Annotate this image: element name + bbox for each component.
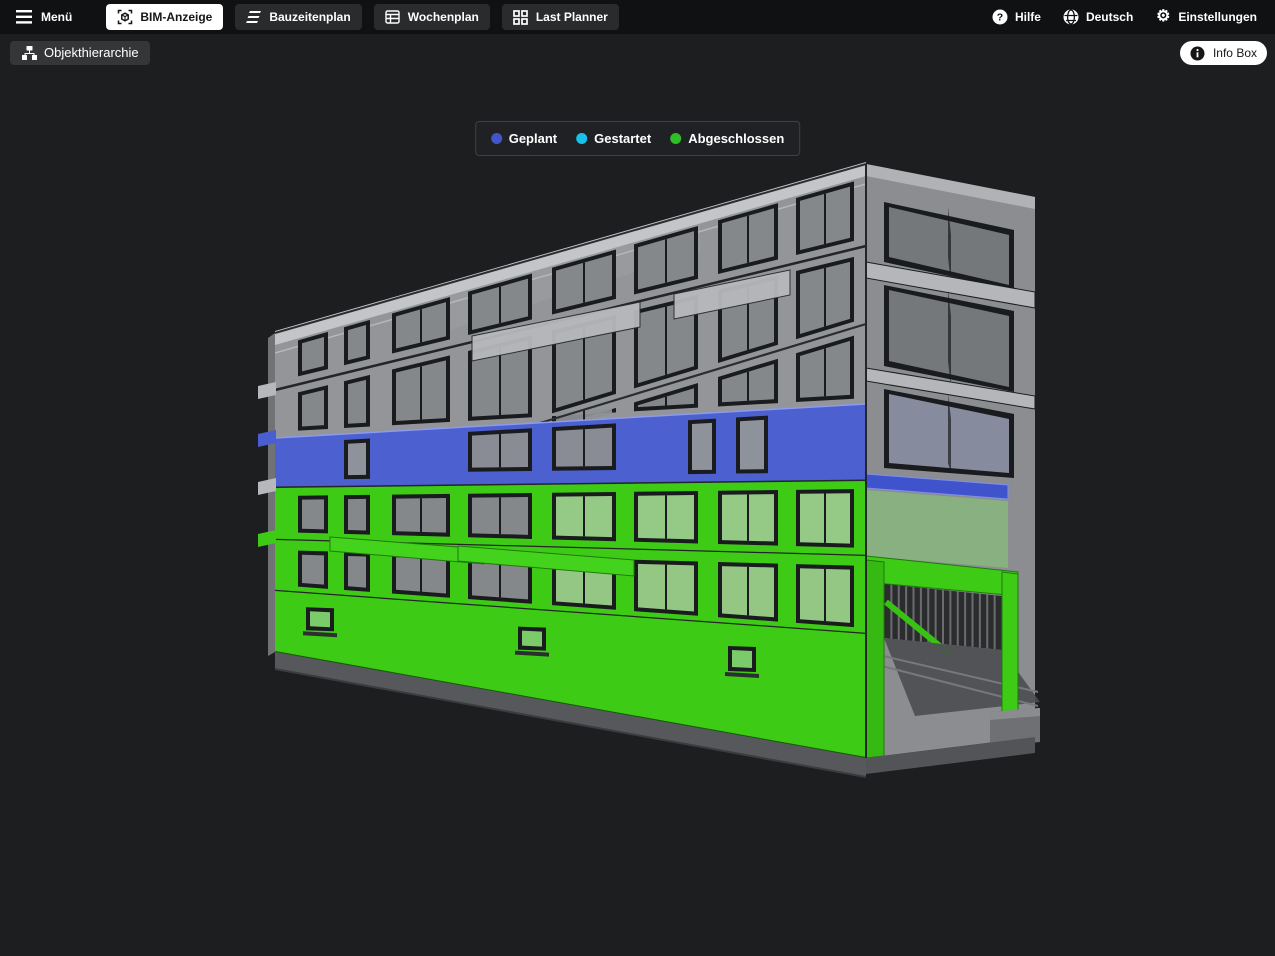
info-box-label: Info Box <box>1213 46 1257 60</box>
globe-icon <box>1063 9 1079 25</box>
cube-scan-icon <box>117 9 133 25</box>
menu-label: Menü <box>41 10 72 24</box>
geplant-label: Geplant <box>509 131 557 146</box>
gestartet-label: Gestartet <box>594 131 651 146</box>
language-label: Deutsch <box>1086 11 1133 23</box>
left-edge <box>268 333 275 656</box>
svg-text:?: ? <box>997 12 1003 24</box>
legend-item-geplant: Geplant <box>491 131 557 146</box>
tab-bauzeitenplan[interactable]: Bauzeitenplan <box>235 4 361 30</box>
bim-model-canvas[interactable] <box>0 34 1275 956</box>
viewer-stage: Objekthierarchie Info Box Geplant Gestar… <box>0 34 1275 956</box>
info-icon <box>1190 45 1206 61</box>
hamburger-icon <box>16 9 32 25</box>
object-hierarchy-label: Objekthierarchie <box>44 45 139 61</box>
abgeschlossen-label: Abgeschlossen <box>688 131 784 146</box>
language-button[interactable]: Deutsch <box>1055 4 1141 30</box>
tab-label: BIM-Anzeige <box>140 11 212 23</box>
help-button[interactable]: ? Hilfe <box>984 4 1049 30</box>
object-hierarchy-button[interactable]: Objekthierarchie <box>10 41 150 65</box>
grid-icon <box>513 9 529 25</box>
building-model <box>258 162 1040 777</box>
question-circle-icon: ? <box>992 9 1008 25</box>
gestartet-dot <box>576 133 587 144</box>
settings-label: Einstellungen <box>1178 11 1257 23</box>
table-icon <box>385 9 401 25</box>
tab-label: Bauzeitenplan <box>269 11 350 23</box>
tab-last-planner[interactable]: Last Planner <box>502 4 619 30</box>
tab-label: Last Planner <box>536 11 608 23</box>
menu-button[interactable]: Menü <box>10 5 78 29</box>
tab-wochenplan[interactable]: Wochenplan <box>374 4 490 30</box>
tab-label: Wochenplan <box>408 11 479 23</box>
help-label: Hilfe <box>1015 11 1041 23</box>
settings-button[interactable]: ⚙ Einstellungen <box>1147 4 1265 30</box>
status-legend: Geplant Gestartet Abgeschlossen <box>475 121 801 156</box>
info-box-button[interactable]: Info Box <box>1180 41 1267 65</box>
topbar: Menü BIM-Anzeige Bauz <box>0 0 1275 34</box>
legend-item-abgeschlossen: Abgeschlossen <box>670 131 784 146</box>
tab-bim-anzeige[interactable]: BIM-Anzeige <box>106 4 223 30</box>
geplant-dot <box>491 133 502 144</box>
abgeschlossen-dot <box>670 133 681 144</box>
gear-icon: ⚙ <box>1155 9 1171 25</box>
gantt-lines-icon <box>246 9 262 25</box>
sitemap-icon <box>21 45 37 61</box>
main-tabs: BIM-Anzeige Bauzeitenplan Wochenplan <box>106 4 619 30</box>
legend-item-gestartet: Gestartet <box>576 131 651 146</box>
